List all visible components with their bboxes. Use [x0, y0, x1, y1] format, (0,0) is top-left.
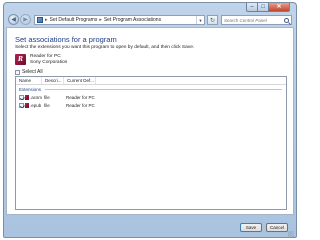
program-company: Sony Corporation	[30, 59, 68, 65]
address-bar[interactable]: ▸ Set Default Programs ▸ Set Program Ass…	[34, 15, 205, 25]
extensions-list[interactable]: Name Descri... Current Def... Extensions…	[15, 76, 287, 210]
control-panel-icon	[37, 17, 43, 23]
extension-name: .epub	[30, 102, 42, 108]
list-item[interactable]: .acsm file Reader for PC	[16, 93, 286, 101]
refresh-button[interactable]: ↻	[207, 15, 218, 25]
column-header-name[interactable]: Name	[16, 77, 42, 84]
column-header-description[interactable]: Descri...	[42, 77, 64, 84]
extension-description: file	[44, 102, 50, 108]
breadcrumb-separator-icon[interactable]: ▸	[99, 17, 102, 23]
select-all-checkbox[interactable]: Select All	[15, 69, 43, 75]
reader-app-icon: R	[15, 54, 26, 65]
extension-current-default: Reader for PC	[66, 94, 95, 100]
checkbox-icon[interactable]	[19, 94, 24, 100]
resize-grip[interactable]	[288, 231, 294, 237]
file-type-icon	[25, 102, 29, 108]
column-header-current-default[interactable]: Current Def...	[64, 77, 96, 84]
main-content: Set associations for a program Select th…	[6, 27, 294, 215]
extension-current-default: Reader for PC	[66, 102, 95, 108]
control-panel-window: – □ ✕ ◀ ▶ ▸ Set Default Programs ▸ Set P…	[3, 2, 297, 238]
program-info: R Reader for PC Sony Corporation	[15, 54, 67, 65]
checkbox-icon[interactable]	[15, 69, 20, 75]
forward-button[interactable]: ▶	[20, 14, 31, 25]
title-bar: – □ ✕ ◀ ▶ ▸ Set Default Programs ▸ Set P…	[4, 3, 296, 27]
dialog-footer: Save Cancel	[4, 217, 296, 237]
breadcrumb-set-default-programs[interactable]: Set Default Programs	[50, 17, 98, 23]
page-title: Set associations for a program	[15, 35, 117, 44]
instruction-text: Select the extensions you want this prog…	[15, 45, 195, 50]
list-item[interactable]: .epub file Reader for PC	[16, 101, 286, 109]
group-divider	[45, 88, 282, 90]
maximize-button[interactable]: □	[258, 3, 269, 12]
breadcrumb-set-program-associations[interactable]: Set Program Associations	[104, 17, 161, 23]
file-type-icon	[25, 94, 29, 100]
select-all-label: Select All	[22, 69, 43, 75]
program-text: Reader for PC Sony Corporation	[30, 54, 67, 65]
group-header-extensions[interactable]: Extensions	[16, 85, 286, 93]
search-box[interactable]	[221, 15, 292, 25]
extension-name: .acsm	[29, 94, 42, 100]
navigation-bar: ◀ ▶ ▸ Set Default Programs ▸ Set Program…	[4, 14, 296, 26]
breadcrumb-separator-icon[interactable]: ▸	[45, 17, 48, 23]
save-button[interactable]: Save	[240, 223, 262, 232]
back-button[interactable]: ◀	[8, 14, 19, 25]
list-header: Name Descri... Current Def...	[16, 77, 286, 85]
group-label: Extensions	[19, 86, 42, 92]
search-icon[interactable]	[284, 17, 289, 23]
checkbox-icon[interactable]	[19, 102, 24, 108]
search-input[interactable]	[224, 17, 282, 23]
minimize-button[interactable]: –	[246, 3, 258, 12]
address-dropdown-icon[interactable]: ▼	[196, 16, 204, 24]
extension-description: file	[44, 94, 50, 100]
cancel-button[interactable]: Cancel	[266, 223, 288, 232]
window-controls: – □ ✕	[246, 3, 290, 12]
close-button[interactable]: ✕	[269, 3, 290, 12]
